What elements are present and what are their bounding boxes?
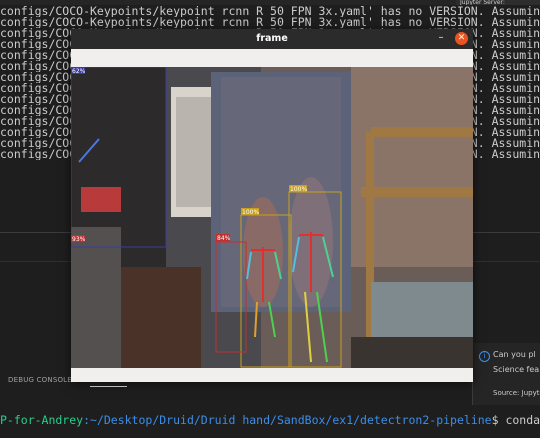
prompt-path: :~/Desktop/Druid/Druid hand/SandBox/ex1/… [83,413,492,427]
detection-score-4: 100% [242,209,259,216]
toast-message-line1: Can you pl [493,350,536,359]
floor-right [351,337,473,368]
info-icon: i [479,351,490,362]
prompt-symbol: $ [491,413,506,427]
log-line: configs/COCO-Keypoints/keypoint_rcnn_R_5… [0,17,540,28]
log-line: configs/COCO-Keypoints/keypoint_rcnn_R_5… [0,6,540,17]
detection-score-1: 62% [72,68,86,75]
detection-score-3: 84% [217,235,231,242]
bunk-bed-rail-mid [361,187,473,197]
tab-debug-console[interactable]: DEBUG CONSOLE [8,376,72,384]
frame-bottom-bar [71,368,473,382]
frame-window-title: frame [256,33,288,44]
frame-title-bar[interactable]: frame – ✕ [71,29,473,49]
red-box [81,187,121,212]
bunk-bed-mattress [371,282,473,342]
prompt-command: conda [505,413,540,427]
editor-top-bar: Jupyter Server: [0,0,540,5]
camera-frame-image: 62% 93% 84% 100% 100% [71,67,473,368]
jupyter-server-tab[interactable]: Jupyter Server: [456,0,540,5]
person-foreground [71,227,121,368]
terminal-prompt[interactable]: P-for-Andrey:~/Desktop/Druid/Druid hand/… [0,413,540,427]
window-pane [176,97,211,207]
detection-score-2: 93% [72,236,86,243]
toast-message-line2: Science fea [493,365,540,374]
toast-source: Source: Jupyter [493,389,540,397]
minimize-button[interactable]: – [436,33,446,44]
frame-window[interactable]: frame – ✕ 62% 93% 84% 100% 100% [71,29,473,382]
desk [121,267,201,368]
close-button[interactable]: ✕ [455,32,468,45]
notification-toast[interactable]: i Can you pl Science fea Source: Jupyter [472,343,540,405]
bunk-bed-rail-top [371,127,473,137]
prompt-user: P-for-Andrey [0,413,84,427]
detection-score-5: 100% [290,186,307,193]
camera-frame-svg: 62% 93% 84% 100% 100% [71,67,473,368]
